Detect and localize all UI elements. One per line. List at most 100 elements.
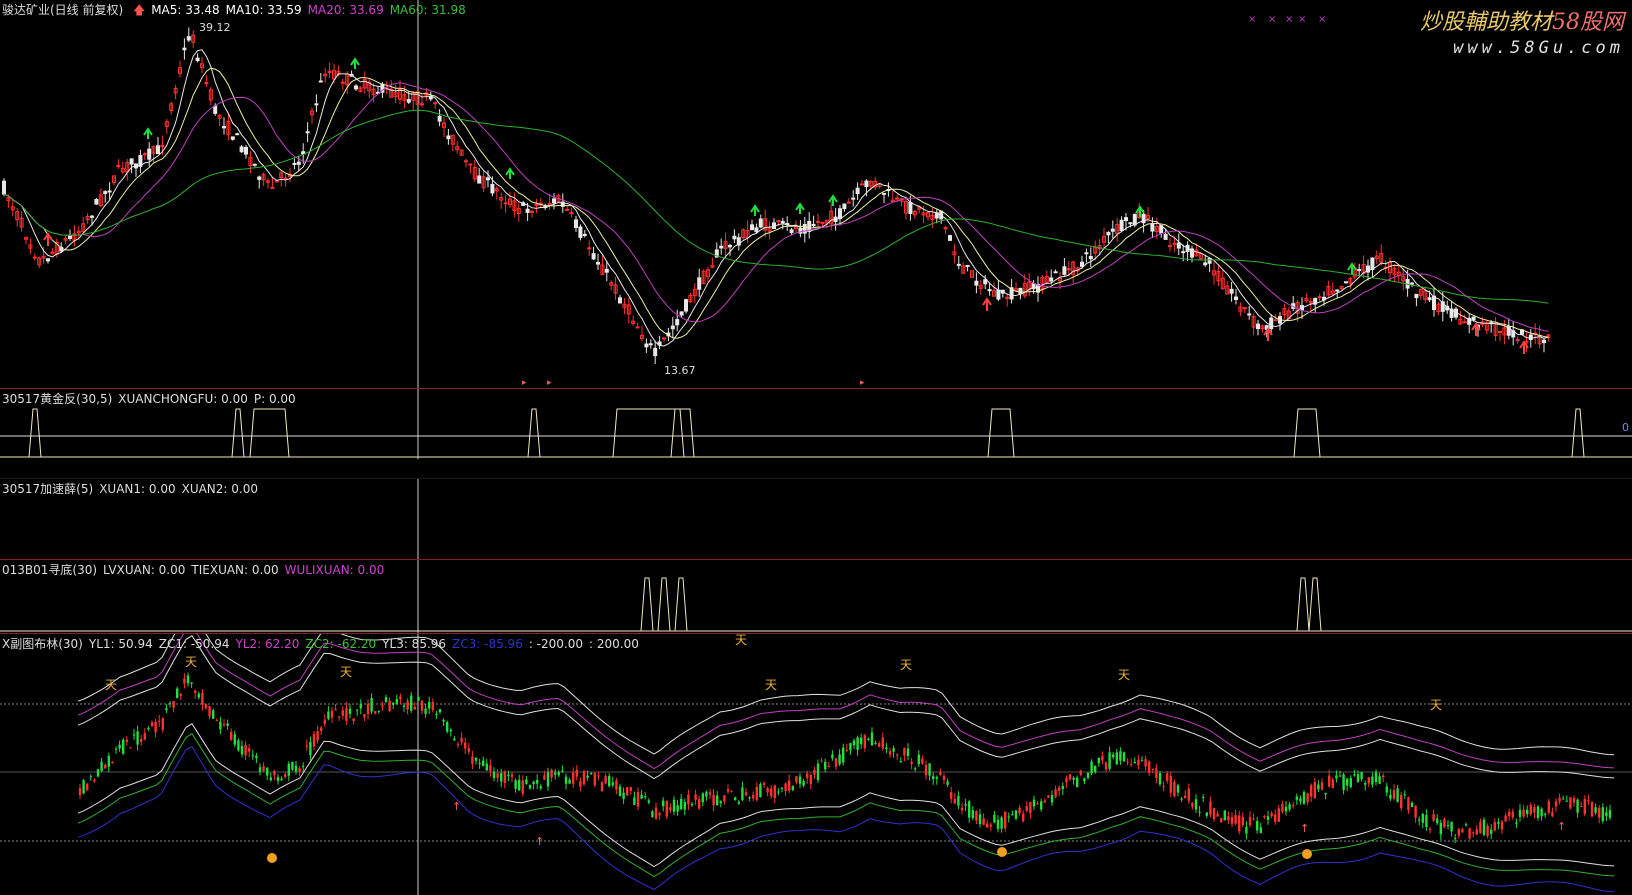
osc-bar xyxy=(1284,806,1288,812)
candle-body xyxy=(772,222,776,230)
candle-body xyxy=(252,163,257,166)
osc-bar xyxy=(600,782,604,792)
osc-bar xyxy=(323,719,326,725)
osc-bar xyxy=(1490,829,1493,834)
osc-bar xyxy=(647,800,650,803)
candle-body xyxy=(32,256,37,259)
osc-bar xyxy=(1313,781,1316,799)
osc-bar xyxy=(230,731,233,740)
yl3-line xyxy=(77,634,1615,756)
osc-bar xyxy=(582,771,586,785)
osc-bar xyxy=(780,787,784,789)
osc-bar xyxy=(507,774,510,776)
osc-bar xyxy=(687,794,690,805)
indicator-4-label-5: YL3: 85.96 xyxy=(382,637,447,651)
osc-bar xyxy=(672,799,676,812)
osc-bar xyxy=(147,727,150,729)
osc-bar xyxy=(1468,828,1471,839)
osc-bar xyxy=(1173,781,1176,797)
osc-bar xyxy=(154,721,157,733)
osc-bar xyxy=(1137,759,1140,766)
osc-bar xyxy=(482,760,485,767)
osc-bar xyxy=(194,690,197,693)
osc-bar xyxy=(1256,820,1259,831)
indicator-1-label-1: XUANCHONGFU: 0.00 xyxy=(118,392,248,406)
osc-bar xyxy=(374,711,377,714)
indicator-3-label-3: WULIXUAN: 0.00 xyxy=(284,563,385,577)
osc-bar xyxy=(168,703,172,705)
osc-bar xyxy=(842,747,845,763)
osc-bar xyxy=(809,775,812,785)
osc-bar xyxy=(1248,816,1252,825)
osc-bar xyxy=(456,744,460,746)
candle-body xyxy=(296,161,301,165)
osc-bar xyxy=(1295,796,1298,800)
osc-bar xyxy=(708,792,712,795)
candle-body xyxy=(1515,339,1520,342)
osc-bar xyxy=(1374,772,1378,782)
indicator-2-header: 30517加速薛(5) XUAN1: 0.00 XUAN2: 0.00 xyxy=(2,480,264,497)
osc-bar xyxy=(1115,752,1118,765)
candle-body xyxy=(1234,296,1238,300)
osc-bar xyxy=(518,779,521,791)
osc-bar xyxy=(550,769,553,778)
candle-body xyxy=(552,198,556,204)
main-chart-pane[interactable]: 骏达矿业(日线 前复权) 🡅 MA5: 33.48 MA10: 33.59 MA20… xyxy=(0,0,1632,388)
osc-bar xyxy=(467,748,470,752)
sky-signal-icon: 天 xyxy=(185,655,197,669)
osc-bar xyxy=(1565,800,1568,802)
osc-bar xyxy=(716,795,719,805)
osc-bar xyxy=(795,776,798,783)
candle-body xyxy=(582,233,587,237)
candle-body xyxy=(789,229,794,233)
candle-body xyxy=(754,227,759,233)
osc-bar xyxy=(1367,777,1370,784)
osc-bar xyxy=(802,780,805,786)
osc-bar xyxy=(957,795,960,806)
osc-bar xyxy=(903,748,906,756)
osc-bar xyxy=(345,708,348,721)
candle-body xyxy=(1018,287,1023,295)
osc-bar xyxy=(417,697,420,701)
indicator-pane-2[interactable]: 30517加速薛(5) XUAN1: 0.00 XUAN2: 0.00 xyxy=(0,479,1632,559)
candle-body xyxy=(653,347,658,357)
osc-bar xyxy=(377,710,380,712)
osc-bar xyxy=(1245,826,1248,834)
candle-body xyxy=(464,160,468,163)
candle-body xyxy=(816,220,820,223)
ma-label-1: MA10: 33.59 xyxy=(225,3,302,17)
osc-bar xyxy=(503,771,506,783)
osc-bar xyxy=(1162,786,1165,788)
osc-bar xyxy=(622,792,625,799)
sky-signal-icon: 天 xyxy=(900,658,912,672)
osc-bar xyxy=(298,768,301,772)
osc-bar xyxy=(1414,805,1417,818)
indicator-pane-3[interactable]: 013B01寻底(30) LVXUAN: 0.00 TIEXUAN: 0.00 WUL… xyxy=(0,560,1632,633)
osc-bar xyxy=(1047,795,1050,798)
osc-bar xyxy=(1032,799,1036,807)
osc-bar xyxy=(1166,773,1169,781)
osc-bar xyxy=(140,739,143,742)
osc-bar xyxy=(1076,777,1079,787)
candle-body xyxy=(433,102,438,105)
indicator-pane-1[interactable]: 30517黄金反(30,5) XUANCHONGFU: 0.00 P: 0.00 0 xyxy=(0,389,1632,459)
candle-body xyxy=(235,133,240,136)
osc-bar xyxy=(352,718,355,721)
osc-bar xyxy=(1259,827,1262,834)
marker-x-icon: × xyxy=(1318,14,1326,25)
osc-bar xyxy=(1508,811,1511,817)
osc-bar xyxy=(1119,751,1122,761)
osc-bar xyxy=(874,742,877,744)
osc-bar xyxy=(665,800,668,817)
indicator-pane-4[interactable]: X副图布林(30) YL1: 50.94 ZC1: -50.94 YL2: 62.20… xyxy=(0,634,1632,895)
osc-bar xyxy=(1504,815,1507,822)
osc-bar xyxy=(370,697,373,712)
candlestick-chart[interactable]: × × × × × ▸ ▸ ▸ xyxy=(0,0,1632,388)
bollinger-chart[interactable]: 天天天天天天天天↑↑↑ ↑ xyxy=(0,634,1632,895)
candle-body xyxy=(811,224,816,227)
osc-bar xyxy=(888,750,892,755)
signal-pulse xyxy=(527,408,541,458)
signal-pulse xyxy=(1308,577,1322,632)
candle-body xyxy=(1176,242,1181,249)
osc-bar xyxy=(1551,812,1554,817)
